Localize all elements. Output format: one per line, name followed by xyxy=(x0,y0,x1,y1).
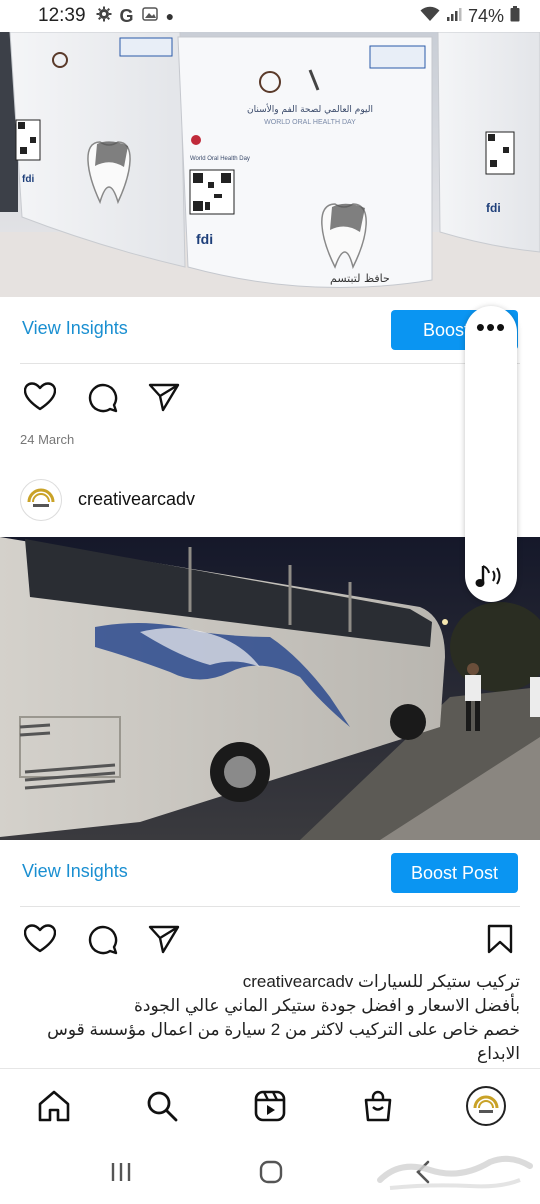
divider xyxy=(20,906,520,907)
battery-icon xyxy=(510,5,520,27)
floating-options-pill: ••• xyxy=(465,306,517,602)
post2-username[interactable]: creativearcadv xyxy=(78,489,195,510)
reels-icon[interactable] xyxy=(250,1086,290,1126)
caption-line-1: تركيب ستيكر للسيارات creativearcadv xyxy=(20,970,520,994)
profile-avatar[interactable] xyxy=(466,1086,506,1126)
boost-post-button[interactable]: Boost Post xyxy=(391,853,518,893)
post1-insights-row: View Insights Boost P xyxy=(0,298,540,364)
share-send-icon[interactable] xyxy=(146,921,182,957)
gear-icon xyxy=(96,6,112,27)
like-heart-icon[interactable] xyxy=(22,921,58,957)
comment-bubble-icon[interactable] xyxy=(84,379,120,415)
fdi-logo-text: fdi xyxy=(196,231,213,247)
panel-arabic-title: اليوم العالمي لصحة الفم والأسنان xyxy=(247,103,373,115)
wifi-icon xyxy=(420,6,440,27)
status-time: 12:39 xyxy=(38,5,86,26)
post1-action-row xyxy=(0,375,540,421)
more-options-icon[interactable]: ••• xyxy=(465,314,517,340)
fdi-logo-text-left: fdi xyxy=(22,174,34,185)
divider xyxy=(20,363,520,364)
share-send-icon[interactable] xyxy=(146,379,182,415)
shop-icon[interactable] xyxy=(358,1086,398,1126)
caption-line-2: بأفضل الاسعار و افضل جودة ستيكر الماني ع… xyxy=(133,996,520,1015)
post2-action-row xyxy=(0,917,540,963)
view-insights-link[interactable]: View Insights xyxy=(22,318,128,339)
search-icon[interactable] xyxy=(142,1086,182,1126)
post1-date: 24 March xyxy=(20,432,75,447)
watermark-logo xyxy=(370,1140,540,1200)
caption-line-3: خصم خاص على التركيب لاكثر من 2 سيارة من … xyxy=(47,1020,520,1039)
gallery-icon xyxy=(141,6,158,26)
like-heart-icon[interactable] xyxy=(22,379,58,415)
view-insights-link[interactable]: View Insights xyxy=(22,861,128,882)
dot-icon: ● xyxy=(165,8,175,24)
music-note-icon[interactable] xyxy=(474,562,508,592)
panel-english-title: WORLD ORAL HEALTH DAY xyxy=(264,119,356,126)
profile-avatar[interactable] xyxy=(20,479,62,521)
caption-line-1-text: تركيب ستيكر للسيارات xyxy=(358,972,520,991)
post2-caption: تركيب ستيكر للسيارات creativearcadv بأفض… xyxy=(20,970,520,1066)
fdi-logo-text-right: fdi xyxy=(486,201,501,215)
post-image-bus[interactable] xyxy=(0,537,540,840)
bottom-navigation-bar xyxy=(0,1068,540,1140)
post2-header: creativearcadv xyxy=(0,476,540,526)
caption-line-4: الابداع xyxy=(477,1044,520,1063)
save-bookmark-icon[interactable] xyxy=(482,921,518,957)
post2-insights-row: View Insights Boost Post xyxy=(0,841,540,907)
battery-percent: 74% xyxy=(467,5,504,26)
post-image-dental-standees[interactable]: fdi fdi fdi اليوم العالمي لصحة الفم والأ… xyxy=(0,32,540,297)
caption-username[interactable]: creativearcadv xyxy=(243,972,354,991)
home-button-icon[interactable] xyxy=(258,1158,284,1186)
google-g-icon: G xyxy=(119,5,134,26)
recent-apps-icon[interactable] xyxy=(108,1158,134,1186)
signal-icon xyxy=(446,6,462,27)
comment-bubble-icon[interactable] xyxy=(84,921,120,957)
status-bar: 12:39 G ● 74% xyxy=(0,0,540,32)
panel-slogan: حافظ لتبتسم xyxy=(330,272,390,285)
panel-small-title: World Oral Health Day xyxy=(190,156,250,162)
home-icon[interactable] xyxy=(34,1086,74,1126)
